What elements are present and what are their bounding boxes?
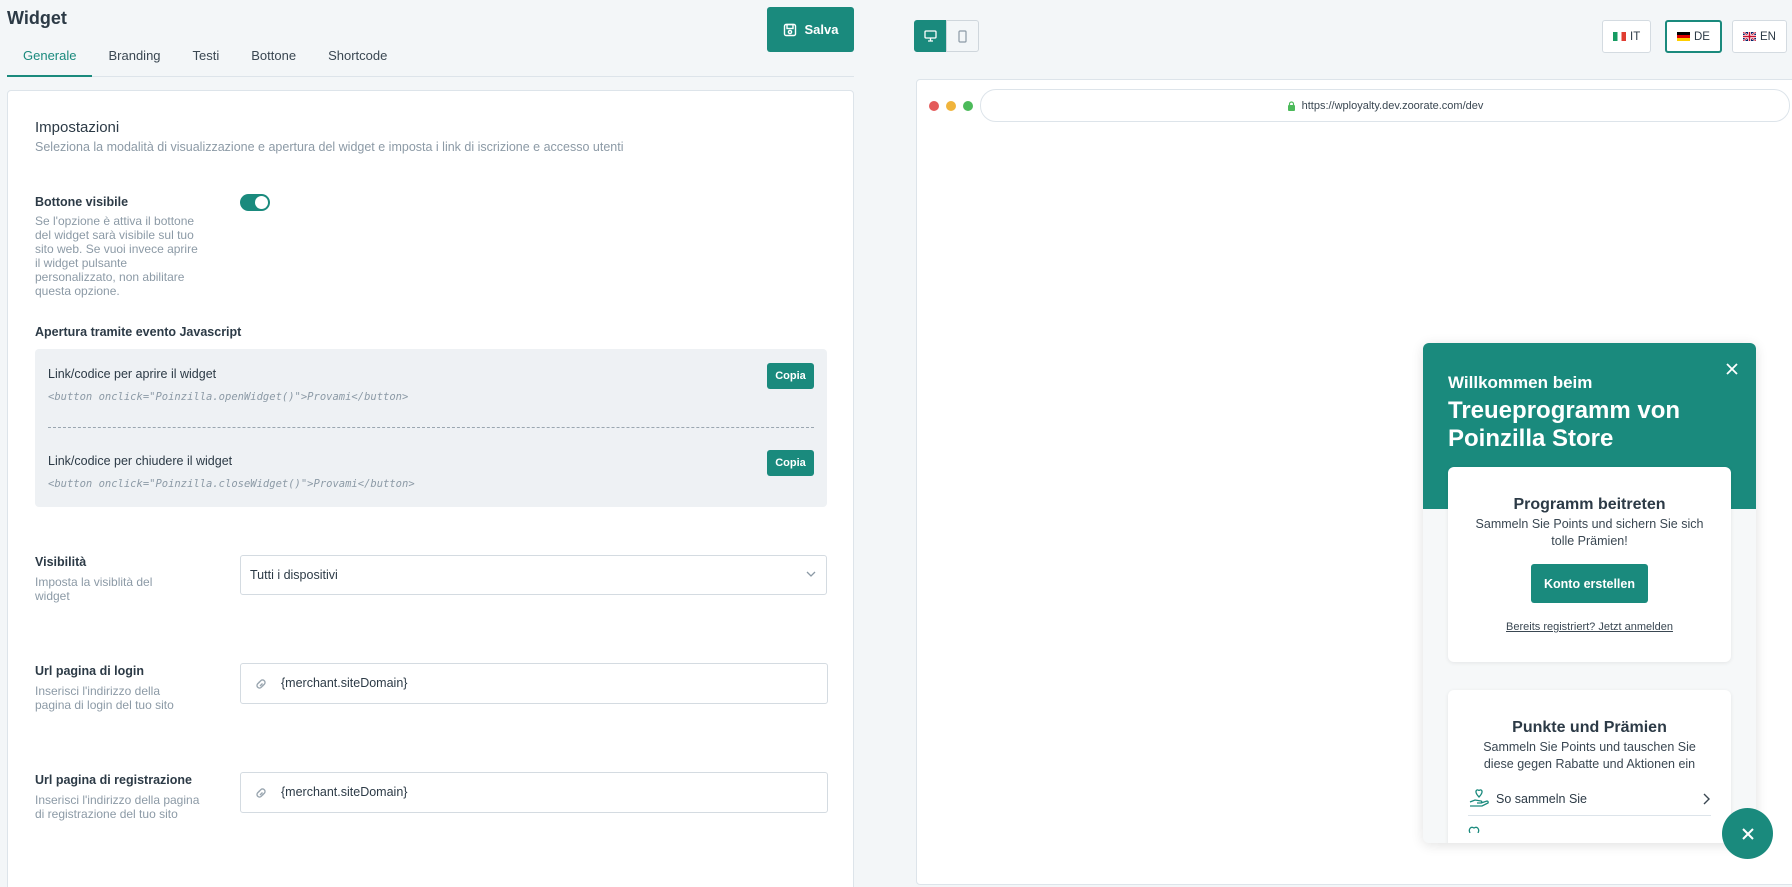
points-card: Punkte und Prämien Sammeln Sie Points un… xyxy=(1448,690,1731,843)
copy-close-button[interactable]: Copia xyxy=(767,450,814,476)
link-icon xyxy=(256,788,266,798)
italy-flag-icon xyxy=(1613,32,1626,41)
desktop-icon xyxy=(924,30,937,42)
register-url-input[interactable]: {merchant.siteDomain} xyxy=(240,772,828,813)
register-url-value: {merchant.siteDomain} xyxy=(281,785,408,799)
link-icon xyxy=(256,679,266,689)
page-title: Widget xyxy=(7,8,67,28)
join-title: Programm beitreten xyxy=(1513,496,1666,513)
copy-open-button[interactable]: Copia xyxy=(767,363,814,389)
login-link[interactable]: Bereits registriert? Jetzt anmelden xyxy=(1448,621,1731,633)
widget-welcome: Willkommen beim xyxy=(1448,373,1593,392)
visibility-select[interactable]: Tutti i dispositivi xyxy=(240,555,827,595)
settings-card: Impostazioni Seleziona la modalità di vi… xyxy=(7,90,854,887)
url-bar: https://wployalty.dev.zoorate.com/dev xyxy=(980,89,1790,122)
button-visible-description: Se l'opzione è attiva il bottone del wid… xyxy=(35,214,198,298)
tab-branding[interactable]: Branding xyxy=(92,40,176,77)
mobile-icon xyxy=(958,29,967,43)
js-code-box: Link/codice per aprire il widget <button… xyxy=(35,349,827,507)
tab-testi[interactable]: Testi xyxy=(177,40,236,77)
how-to-earn-row[interactable]: So sammeln Sie xyxy=(1468,784,1711,816)
divider xyxy=(48,427,814,428)
url-text: https://wployalty.dev.zoorate.com/dev xyxy=(1301,99,1484,112)
login-url-label: Url pagina di login xyxy=(35,664,145,678)
germany-flag-icon xyxy=(1677,32,1690,41)
register-url-label: Url pagina di registrazione xyxy=(35,773,192,787)
close-code-label: Link/codice per chiudere il widget xyxy=(48,454,233,468)
points-title: Punkte und Prämien xyxy=(1512,719,1667,736)
login-url-value: {merchant.siteDomain} xyxy=(281,676,408,690)
login-url-description: Inserisci l'indirizzo della pagina di lo… xyxy=(35,684,174,712)
lock-icon xyxy=(1287,100,1295,111)
close-icon xyxy=(1741,827,1754,840)
visibility-description: Imposta la visiblità del widget xyxy=(35,575,153,603)
tab-bottone[interactable]: Bottone xyxy=(235,40,312,77)
open-code-label: Link/codice per aprire il widget xyxy=(48,367,217,381)
visibility-label: Visibilità xyxy=(35,555,87,569)
how-to-earn-label: So sammeln Sie xyxy=(1496,792,1588,806)
create-account-button[interactable]: Konto erstellen xyxy=(1531,564,1648,603)
save-icon xyxy=(783,23,796,36)
button-visible-toggle[interactable] xyxy=(240,194,270,211)
widget-toggle-fab[interactable] xyxy=(1722,808,1773,859)
register-url-description: Inserisci l'indirizzo della pagina di re… xyxy=(35,793,200,821)
visibility-selected-value: Tutti i dispositivi xyxy=(250,568,338,582)
join-card: Programm beitreten Sammeln Sie Points un… xyxy=(1448,467,1731,662)
tab-bar: Generale Branding Testi Bottone Shortcod… xyxy=(7,40,854,77)
tab-shortcode[interactable]: Shortcode xyxy=(312,40,403,77)
join-text: Sammeln Sie Points und sichern Sie sich … xyxy=(1475,517,1704,548)
mobile-view-button[interactable] xyxy=(946,20,979,52)
section-title: Impostazioni xyxy=(35,119,120,136)
button-visible-label: Bottone visibile xyxy=(35,195,129,209)
uk-flag-icon xyxy=(1743,32,1756,41)
lang-en-button[interactable]: EN xyxy=(1732,20,1787,53)
desktop-view-button[interactable] xyxy=(914,20,947,52)
maximize-dot-icon xyxy=(963,101,973,111)
section-subtitle: Seleziona la modalità di visualizzazione… xyxy=(35,140,624,154)
js-event-label: Apertura tramite evento Javascript xyxy=(35,325,242,339)
loyalty-widget: Willkommen beim Treueprogramm von Poinzi… xyxy=(1423,343,1756,843)
minimize-dot-icon xyxy=(946,101,956,111)
chevron-right-icon xyxy=(1703,793,1710,805)
settings-panel: Widget Salva Generale Branding Testi Bot… xyxy=(0,0,860,887)
tab-generale[interactable]: Generale xyxy=(7,40,93,77)
save-label: Salva xyxy=(804,22,839,37)
close-code-snippet: <button onclick="Poinzilla.closeWidget()… xyxy=(48,478,415,490)
lang-de-button[interactable]: DE xyxy=(1665,20,1722,53)
lang-it-button[interactable]: IT xyxy=(1602,20,1652,53)
close-icon[interactable] xyxy=(1724,361,1740,377)
login-url-input[interactable]: {merchant.siteDomain} xyxy=(240,663,828,704)
open-code-snippet: <button onclick="Poinzilla.openWidget()"… xyxy=(48,391,409,403)
widget-program-title: Treueprogramm von Poinzilla Store xyxy=(1448,397,1681,452)
hand-heart-icon xyxy=(1469,789,1489,807)
chevron-down-icon xyxy=(806,571,816,577)
heart-icon xyxy=(1468,826,1480,833)
points-text: Sammeln Sie Points und tauschen Sie dies… xyxy=(1483,740,1696,771)
close-dot-icon xyxy=(929,101,939,111)
